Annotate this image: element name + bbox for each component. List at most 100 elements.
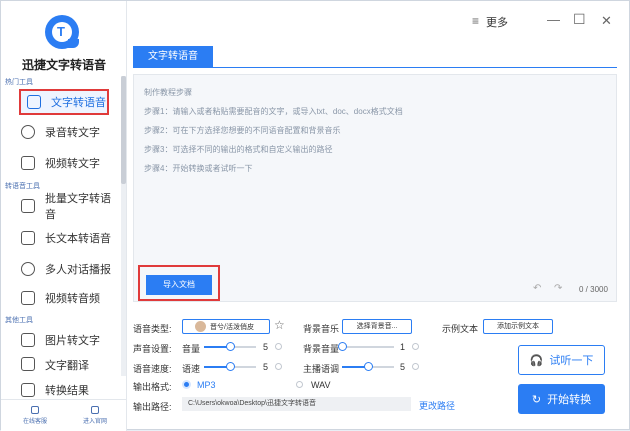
online-service-link[interactable]: 在线客服 (15, 406, 55, 425)
output-path-field[interactable]: C:\Users\okwoa\Desktop\迅捷文字转语音 (182, 397, 411, 411)
translate-icon (21, 357, 35, 371)
hint-step-1: 步骤1：请输入或者粘贴需要配音的文字，或导入txt、doc、docx格式文档 (144, 107, 403, 116)
speed-sub-label: 语速 (182, 364, 201, 374)
more-menu[interactable]: 更多 (486, 14, 508, 30)
speed-reset-radio[interactable] (275, 363, 282, 370)
menu-icon[interactable]: ≡ (472, 14, 479, 28)
format-mp3-label: MP3 (197, 380, 216, 390)
home-icon (91, 406, 99, 414)
bg-volume-reset-radio[interactable] (412, 343, 419, 350)
output-path-label: 输出路径: (133, 402, 172, 412)
group-title-hot: 热门工具 (5, 79, 33, 86)
format-wav-label: WAV (311, 380, 331, 390)
tab-text-to-speech[interactable]: 文字转语音 (133, 46, 213, 68)
group-title-other: 其他工具 (5, 317, 33, 324)
online-service-label: 在线客服 (22, 419, 47, 425)
pitch-value: 5 (400, 362, 406, 372)
pitch-label: 主播语调 (303, 364, 340, 374)
pitch-reset-radio[interactable] (412, 363, 419, 370)
favorite-star-icon[interactable]: ☆ (274, 318, 285, 332)
volume-reset-radio[interactable] (275, 343, 282, 350)
bg-volume-slider[interactable] (342, 346, 394, 348)
group-title-speech: 转语音工具 (5, 183, 40, 190)
sidebar-scrollbar-thumb[interactable] (121, 76, 126, 184)
change-path-link[interactable]: 更改路径 (419, 399, 455, 412)
sidebar-item-recording-to-text[interactable]: 录音转文字 (15, 119, 119, 145)
minimize-button[interactable]: — (547, 12, 560, 27)
sidebar: 迅捷文字转语音 热门工具 文字转语音 录音转文字 视频转文字 转语音工具 批量文… (1, 1, 127, 431)
voice-name: 晋兮/活泼俏皮 (210, 323, 254, 331)
char-counter: 0 / 3000 (579, 285, 608, 294)
sidebar-item-batch-text-to-speech[interactable]: 批量文字转语音 (15, 193, 119, 221)
text-to-speech-icon (27, 95, 41, 109)
redo-icon[interactable]: ↷ (554, 283, 562, 294)
voice-avatar (195, 321, 206, 332)
sidebar-item-translate[interactable]: 文字翻译 (15, 357, 119, 371)
microphone-icon (21, 125, 35, 139)
add-sample-text-button[interactable]: 添加示例文本 (483, 319, 553, 334)
dialogue-icon (21, 262, 35, 276)
sound-settings-label: 声音设置: (133, 344, 172, 354)
sidebar-item-video-to-audio[interactable]: 视频转音频 (15, 285, 119, 311)
bg-volume-value: 1 (400, 342, 406, 352)
select-bg-music-button[interactable]: 选择背景音... (342, 319, 412, 334)
audio-icon (21, 291, 35, 305)
app-logo-icon (45, 15, 79, 49)
batch-icon (21, 199, 35, 213)
bg-volume-label: 背景音量 (303, 344, 340, 354)
sidebar-item-label: 录音转文字 (45, 127, 100, 139)
volume-value: 5 (263, 342, 269, 352)
sidebar-item-multi-dialogue[interactable]: 多人对话播报 (15, 256, 119, 282)
official-site-label: 进入官网 (82, 419, 107, 425)
volume-slider-knob[interactable] (226, 342, 235, 351)
image-icon (21, 333, 35, 347)
speech-speed-label: 语音速度: (133, 364, 172, 374)
convert-icon: ↻ (531, 393, 542, 406)
sidebar-item-label: 长文本转语音 (45, 233, 111, 245)
tab-underline (133, 67, 617, 68)
sidebar-item-text-to-speech[interactable]: 文字转语音 (19, 89, 109, 115)
hint-title: 制作教程步骤 (144, 88, 192, 97)
sidebar-item-label: 批量文字转语音 (45, 193, 111, 221)
sidebar-item-long-text-to-speech[interactable]: 长文本转语音 (15, 225, 119, 251)
sidebar-item-label: 视频转音频 (45, 293, 100, 305)
results-icon (21, 383, 35, 397)
volume-label: 音量 (182, 344, 201, 354)
voice-type-label: 语音类型: (133, 324, 172, 334)
output-format-label: 输出格式: (133, 382, 172, 392)
sidebar-item-video-to-text[interactable]: 视频转文字 (15, 150, 119, 176)
sidebar-item-label: 图片转文字 (45, 335, 100, 347)
speed-slider-knob[interactable] (226, 362, 235, 371)
pitch-slider-knob[interactable] (364, 362, 373, 371)
hint-step-2: 步骤2：可在下方选择您想要的不同语音配置和背景音乐 (144, 126, 341, 135)
speed-value: 5 (263, 362, 269, 372)
sidebar-item-label: 多人对话播报 (45, 264, 111, 276)
maximize-button[interactable]: ☐ (573, 11, 586, 28)
sidebar-item-label: 文字翻译 (45, 360, 89, 371)
undo-icon[interactable]: ↶ (533, 283, 541, 294)
start-convert-button[interactable]: ↻ 开始转换 (518, 384, 605, 414)
sidebar-item-label: 视频转文字 (45, 158, 100, 170)
preview-listen-button[interactable]: 🎧 试听一下 (518, 345, 605, 375)
headphones-icon: 🎧 (529, 354, 544, 367)
hint-step-4: 步骤4：开始转换或者试听一下 (144, 164, 253, 173)
hint-step-3: 步骤3：可选择不同的输出的格式和自定义输出的路径 (144, 145, 333, 154)
voice-select-button[interactable]: 晋兮/活泼俏皮 (182, 319, 270, 334)
format-wav-radio[interactable] (296, 381, 303, 388)
sidebar-item-image-to-text[interactable]: 图片转文字 (15, 327, 119, 353)
app-name: 迅捷文字转语音 (21, 58, 106, 72)
app-window: 迅捷文字转语音 热门工具 文字转语音 录音转文字 视频转文字 转语音工具 批量文… (0, 0, 630, 431)
bg-music-label: 背景音乐 (303, 324, 340, 334)
close-button[interactable]: ✕ (601, 13, 612, 29)
headset-icon (31, 406, 39, 414)
preview-listen-label: 试听一下 (549, 355, 594, 367)
sidebar-item-label: 文字转语音 (51, 97, 106, 109)
sidebar-item-label: 转换结果 (45, 385, 89, 397)
official-site-link[interactable]: 进入官网 (75, 406, 115, 425)
format-mp3-radio[interactable] (182, 380, 191, 389)
bg-volume-slider-knob[interactable] (338, 342, 347, 351)
sample-text-label: 示例文本 (442, 324, 479, 334)
start-convert-label: 开始转换 (547, 394, 592, 406)
sidebar-footer: 在线客服 进入官网 (1, 399, 127, 431)
import-document-button[interactable]: 导入文档 (146, 275, 212, 295)
